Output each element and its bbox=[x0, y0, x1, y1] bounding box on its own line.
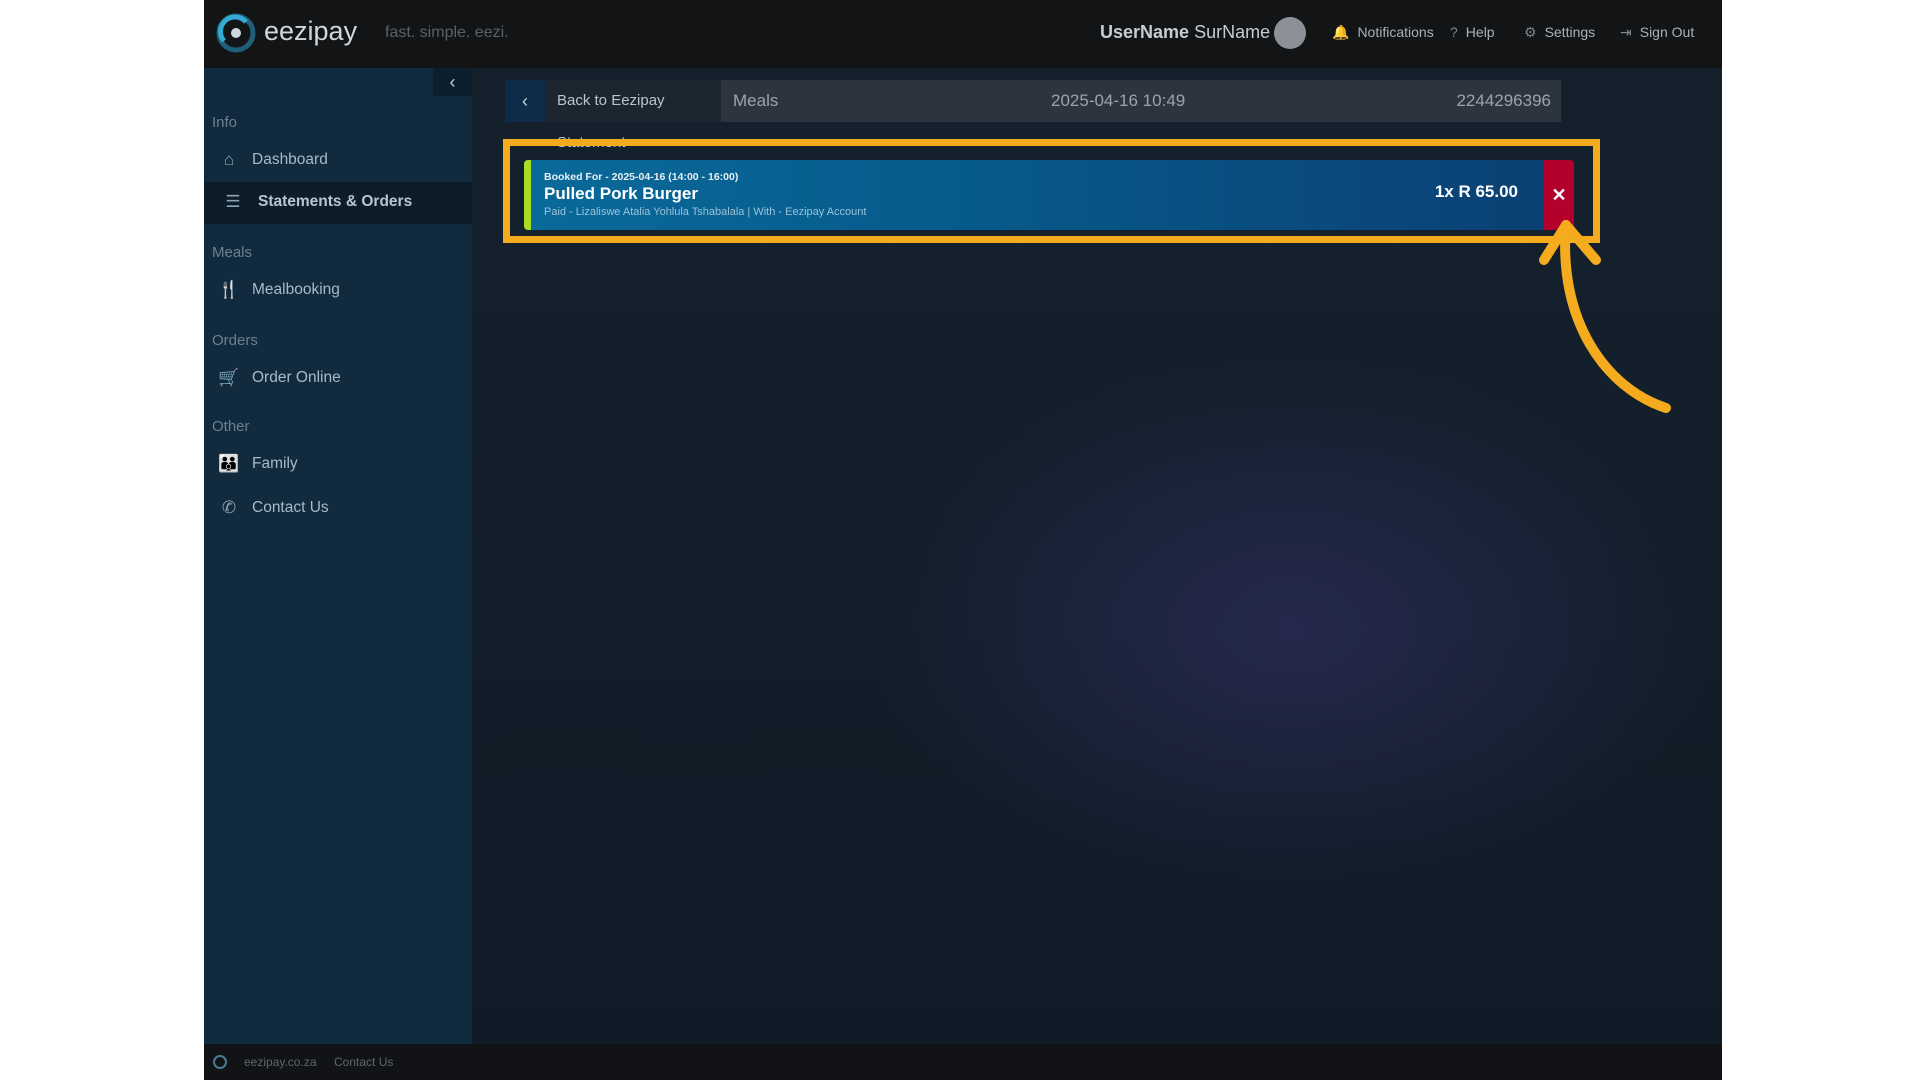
sidebar-item-statements-orders[interactable]: ☰ Statements & Orders bbox=[204, 182, 472, 224]
settings-label: Settings bbox=[1544, 24, 1596, 40]
sidebar-item-order-online[interactable]: 🛒 Order Online bbox=[204, 358, 472, 400]
list-icon: ☰ bbox=[225, 192, 241, 211]
home-icon: ⌂ bbox=[223, 150, 235, 169]
bell-icon: 🔔 bbox=[1332, 24, 1350, 40]
statement-datetime: 2025-04-16 10:49 bbox=[1051, 91, 1186, 110]
sidebar-item-mealbooking[interactable]: 🍴 Mealbooking bbox=[204, 270, 472, 312]
chevron-left-icon: ‹ bbox=[522, 91, 528, 111]
family-icon: 👪 bbox=[218, 454, 240, 473]
sidebar-item-label: Order Online bbox=[252, 369, 341, 386]
notifications-link[interactable]: 🔔 Notifications bbox=[1332, 24, 1434, 41]
statement-reference: 2244296396 bbox=[1456, 91, 1551, 110]
chevron-left-icon: ‹ bbox=[449, 72, 456, 92]
sidebar-item-label: Family bbox=[252, 455, 298, 472]
pointer-arrow-icon bbox=[1539, 220, 1671, 413]
sidebar-item-label: Mealbooking bbox=[252, 281, 340, 298]
sidebar-item-dashboard[interactable]: ⌂ Dashboard bbox=[204, 140, 472, 182]
sidebar-item-label: Dashboard bbox=[252, 151, 328, 168]
sign-out-label: Sign Out bbox=[1639, 24, 1695, 40]
utensils-icon: 🍴 bbox=[218, 280, 240, 299]
brand-tagline: fast. simple. eezi. bbox=[385, 24, 509, 41]
footer: eezipay.co.za Contact Us bbox=[204, 1044, 1722, 1080]
footer-site-link[interactable]: eezipay.co.za bbox=[244, 1055, 317, 1069]
sidebar-section-meals: Meals bbox=[212, 244, 253, 261]
phone-icon: ✆ bbox=[221, 498, 237, 517]
gear-icon: ⚙ bbox=[1524, 24, 1537, 40]
top-bar: eezipay fast. simple. eezi. UserName Sur… bbox=[204, 0, 1722, 68]
sign-out-link[interactable]: ⇥ Sign Out bbox=[1620, 24, 1694, 41]
notifications-label: Notifications bbox=[1357, 24, 1434, 40]
sidebar-item-label: Contact Us bbox=[252, 499, 329, 516]
statement-header-bar: Meals 2025-04-16 10:49 2244296396 bbox=[721, 80, 1561, 122]
highlight-box bbox=[503, 139, 1600, 243]
help-link[interactable]: ? Help bbox=[1450, 24, 1495, 40]
sidebar-collapse-button[interactable]: ‹ bbox=[433, 68, 472, 96]
avatar[interactable] bbox=[1274, 17, 1306, 49]
user-name[interactable]: UserName SurName bbox=[1100, 22, 1270, 43]
user-last-name: SurName bbox=[1194, 22, 1271, 42]
sidebar-item-contact-us[interactable]: ✆ Contact Us bbox=[204, 488, 472, 530]
user-first-name: UserName bbox=[1100, 22, 1190, 42]
back-button[interactable]: ‹ bbox=[505, 80, 545, 122]
sign-out-icon: ⇥ bbox=[1620, 24, 1632, 40]
sidebar-section-orders: Orders bbox=[212, 332, 258, 349]
settings-link[interactable]: ⚙ Settings bbox=[1524, 24, 1595, 41]
sidebar-item-label: Statements & Orders bbox=[258, 193, 413, 210]
help-label: Help bbox=[1465, 24, 1495, 40]
sidebar-section-other: Other bbox=[212, 418, 250, 435]
eezipay-logo-icon bbox=[213, 1055, 227, 1069]
footer-contact-link[interactable]: Contact Us bbox=[334, 1055, 393, 1069]
statement-category: Meals bbox=[733, 91, 779, 110]
eezipay-logo-icon[interactable] bbox=[216, 13, 256, 53]
sidebar-item-family[interactable]: 👪 Family bbox=[204, 444, 472, 486]
sidebar: ‹ Info ⌂ Dashboard ☰ Statements & Orders… bbox=[204, 68, 472, 1044]
sidebar-section-info: Info bbox=[212, 114, 238, 131]
back-to-statement-link[interactable]: Back to Eezipay Statement bbox=[545, 80, 733, 151]
basket-icon: 🛒 bbox=[218, 368, 240, 387]
question-icon: ? bbox=[1450, 24, 1458, 40]
brand-name[interactable]: eezipay bbox=[264, 16, 357, 47]
